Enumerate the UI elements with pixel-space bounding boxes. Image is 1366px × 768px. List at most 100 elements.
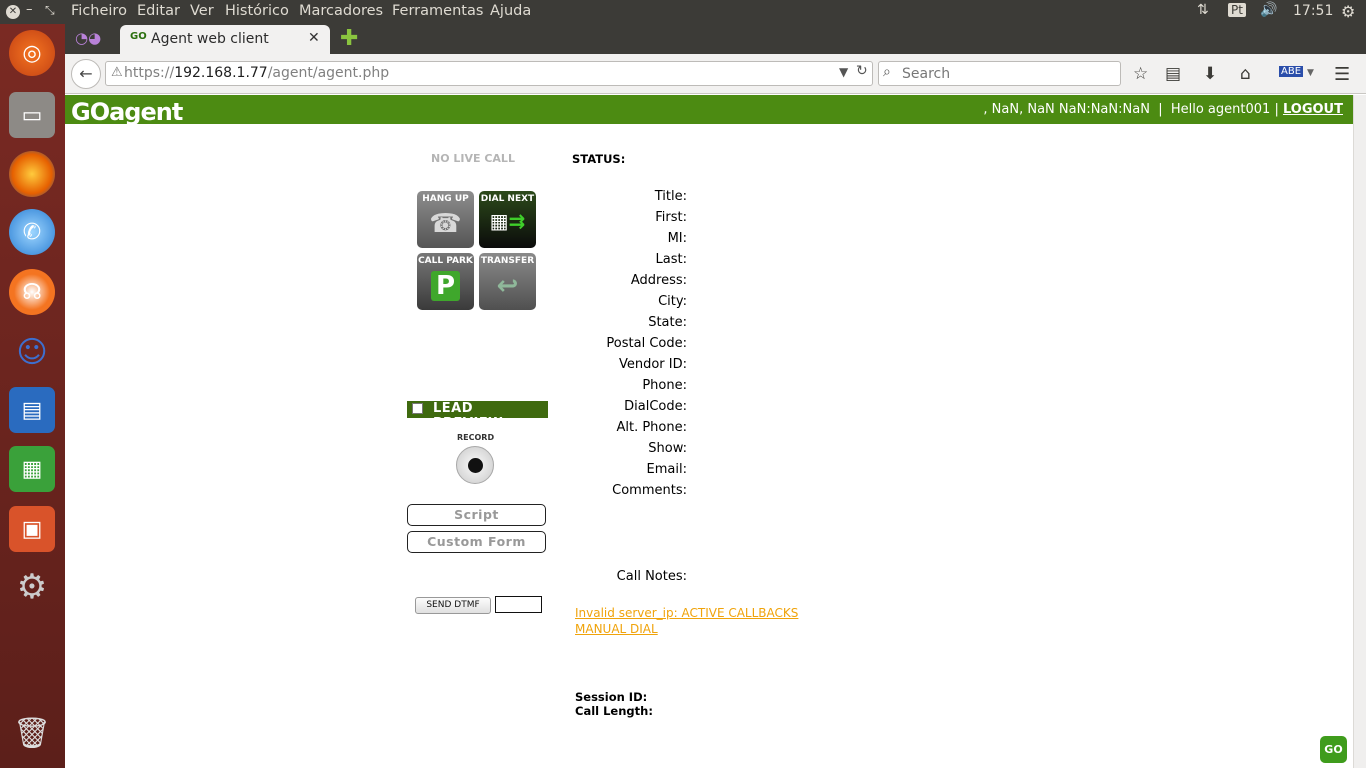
park-icon: P — [417, 271, 474, 301]
menu-editar[interactable]: Editar — [137, 3, 180, 19]
navigation-toolbar: ← ⚠ https://192.168.1.77/agent/agent.php… — [65, 54, 1366, 94]
search-box[interactable]: ⌕ Search — [878, 61, 1121, 86]
field-email-label: Email: — [646, 462, 687, 477]
lead-preview-checkbox[interactable] — [412, 403, 423, 414]
manual-dial-link[interactable]: MANUAL DIAL — [575, 622, 658, 636]
record-label: RECORD — [457, 433, 495, 442]
field-city-label: City: — [658, 294, 687, 309]
gear-icon[interactable]: ⚙ — [1341, 2, 1355, 21]
hang-up-button[interactable]: HANG UP ☎ — [417, 191, 474, 248]
adblock-icon[interactable]: ABE — [1279, 66, 1304, 77]
extension-menu-arrow-icon[interactable]: ▼ — [1307, 68, 1314, 78]
close-window-icon[interactable]: ✕ — [6, 5, 20, 19]
field-first-label: First: — [655, 210, 687, 225]
page-content: GOagent , NaN, NaN NaN:NaN:NaN | Hello a… — [65, 95, 1353, 768]
field-show-label: Show: — [648, 441, 687, 456]
vertical-scrollbar[interactable] — [1353, 95, 1366, 768]
transfer-button[interactable]: TRANSFER ↩ — [479, 253, 536, 310]
custom-form-button[interactable]: Custom Form — [407, 531, 546, 553]
menu-ficheiro[interactable]: Ficheiro — [71, 3, 127, 19]
hang-up-label: HANG UP — [422, 194, 469, 204]
send-dtmf-button[interactable]: SEND DTMF — [415, 597, 491, 614]
menu-ver[interactable]: Ver — [190, 3, 214, 19]
dial-next-button[interactable]: DIAL NEXT ▦⇉ — [479, 191, 536, 248]
field-last-label: Last: — [655, 252, 687, 267]
calc-icon[interactable]: ▦ — [9, 446, 55, 492]
header-user-info: , NaN, NaN NaN:NaN:NaN | Hello agent001 … — [983, 102, 1343, 117]
field-comments-label: Comments: — [612, 483, 687, 498]
hamburger-menu-icon[interactable]: ☰ — [1334, 64, 1350, 85]
launcher: ◎ ▭ ✆ ☊ ☺ ▤ ▦ ▣ ⚙ 🗑 — [0, 24, 65, 768]
keyboard-layout-indicator[interactable]: Pt — [1228, 3, 1246, 17]
home-icon[interactable]: ⌂ — [1240, 64, 1251, 84]
firefox-icon[interactable] — [9, 151, 55, 197]
search-placeholder: Search — [902, 66, 951, 82]
url-text[interactable]: https://192.168.1.77/agent/agent.php — [124, 65, 389, 81]
lead-preview-label: LEAD PREVIEW — [433, 401, 504, 431]
softphone-icon[interactable]: ✆ — [9, 209, 55, 255]
call-park-label: CALL PARK — [418, 256, 473, 266]
field-address-label: Address: — [630, 273, 687, 288]
private-mask-icon: ◔◕ — [75, 29, 102, 47]
files-icon[interactable]: ▭ — [9, 92, 55, 138]
session-id-label: Session ID: — [575, 690, 648, 704]
writer-icon[interactable]: ▤ — [9, 387, 55, 433]
network-icon[interactable]: ⇅ — [1197, 2, 1209, 18]
menu-ferramentas[interactable]: Ferramentas — [392, 3, 483, 19]
clock[interactable]: 17:51 — [1293, 3, 1333, 19]
logout-link[interactable]: LOGOUT — [1283, 102, 1343, 117]
volume-icon[interactable]: 🔊 — [1260, 2, 1277, 18]
close-tab-icon[interactable]: ✕ — [308, 30, 320, 46]
phone-icon: ☎ — [429, 209, 462, 239]
ubuntu-logo-icon[interactable]: ◎ — [9, 30, 55, 76]
field-phone-label: Phone: — [642, 378, 687, 393]
active-callbacks-link[interactable]: Invalid server_ip: ACTIVE CALLBACKS — [575, 606, 798, 620]
field-postal-code-label: Postal Code: — [606, 336, 687, 351]
reading-list-icon[interactable]: ▤ — [1165, 64, 1181, 84]
warning-lock-icon[interactable]: ⚠ — [111, 65, 123, 80]
status-label: STATUS: — [572, 152, 626, 166]
tab-title: Agent web client — [151, 31, 269, 47]
transfer-arrow-icon: ↩ — [496, 271, 519, 301]
support-headset-icon[interactable]: ☊ — [9, 269, 55, 315]
dial-next-label: DIAL NEXT — [480, 194, 535, 204]
tab-agent-web-client[interactable]: GO Agent web client ✕ — [120, 25, 330, 54]
trash-icon[interactable]: 🗑 — [9, 710, 55, 756]
tab-bar: ◔◕ GO Agent web client ✕ ✚ — [65, 24, 1366, 54]
minimize-window-icon[interactable]: – — [26, 2, 33, 17]
settings-icon[interactable]: ⚙ — [9, 564, 55, 610]
search-icon: ⌕ — [883, 64, 891, 80]
go-corner-logo[interactable]: GO — [1320, 736, 1347, 763]
lead-preview-toggle[interactable]: LEAD PREVIEW — [407, 401, 548, 431]
impress-icon[interactable]: ▣ — [9, 506, 55, 552]
tab-favicon-icon: GO — [130, 31, 147, 42]
record-button[interactable] — [456, 446, 494, 484]
header-datetime: , NaN, NaN NaN:NaN:NaN — [983, 102, 1150, 117]
back-arrow-icon[interactable]: ← — [71, 59, 101, 89]
header-separator: | — [1158, 102, 1163, 117]
menu-historico[interactable]: Histórico — [225, 3, 289, 19]
field-vendor-id-label: Vendor ID: — [618, 357, 687, 372]
call-park-button[interactable]: CALL PARK P — [417, 253, 474, 310]
bookmark-star-icon[interactable]: ☆ — [1133, 64, 1148, 84]
field-alt-phone-label: Alt. Phone: — [616, 420, 687, 435]
url-bar[interactable]: ⚠ https://192.168.1.77/agent/agent.php ▼… — [105, 61, 873, 86]
system-menubar: ✕ – ⤡ Ficheiro Editar Ver Histórico Marc… — [0, 0, 1366, 24]
restore-window-icon[interactable]: ⤡ — [45, 3, 55, 18]
keypad-arrow-icon: ▦⇉ — [489, 209, 526, 233]
transfer-label: TRANSFER — [480, 256, 535, 266]
menu-ajuda[interactable]: Ajuda — [490, 3, 531, 19]
menu-marcadores[interactable]: Marcadores — [299, 3, 383, 19]
downloads-icon[interactable]: ⬇ — [1203, 64, 1217, 84]
script-button[interactable]: Script — [407, 504, 546, 526]
field-mi-label: MI: — [667, 231, 687, 246]
header-separator-2: | — [1274, 102, 1279, 117]
reload-icon[interactable]: ↻ — [856, 63, 868, 79]
new-tab-icon[interactable]: ✚ — [340, 26, 358, 51]
dropdown-arrow-icon[interactable]: ▼ — [839, 65, 848, 79]
field-dialcode-label: DialCode: — [624, 399, 687, 414]
dtmf-input[interactable] — [495, 596, 542, 613]
character-icon[interactable]: ☺ — [9, 329, 55, 375]
greeting: Hello agent001 — [1170, 102, 1271, 117]
field-state-label: State: — [648, 315, 687, 330]
